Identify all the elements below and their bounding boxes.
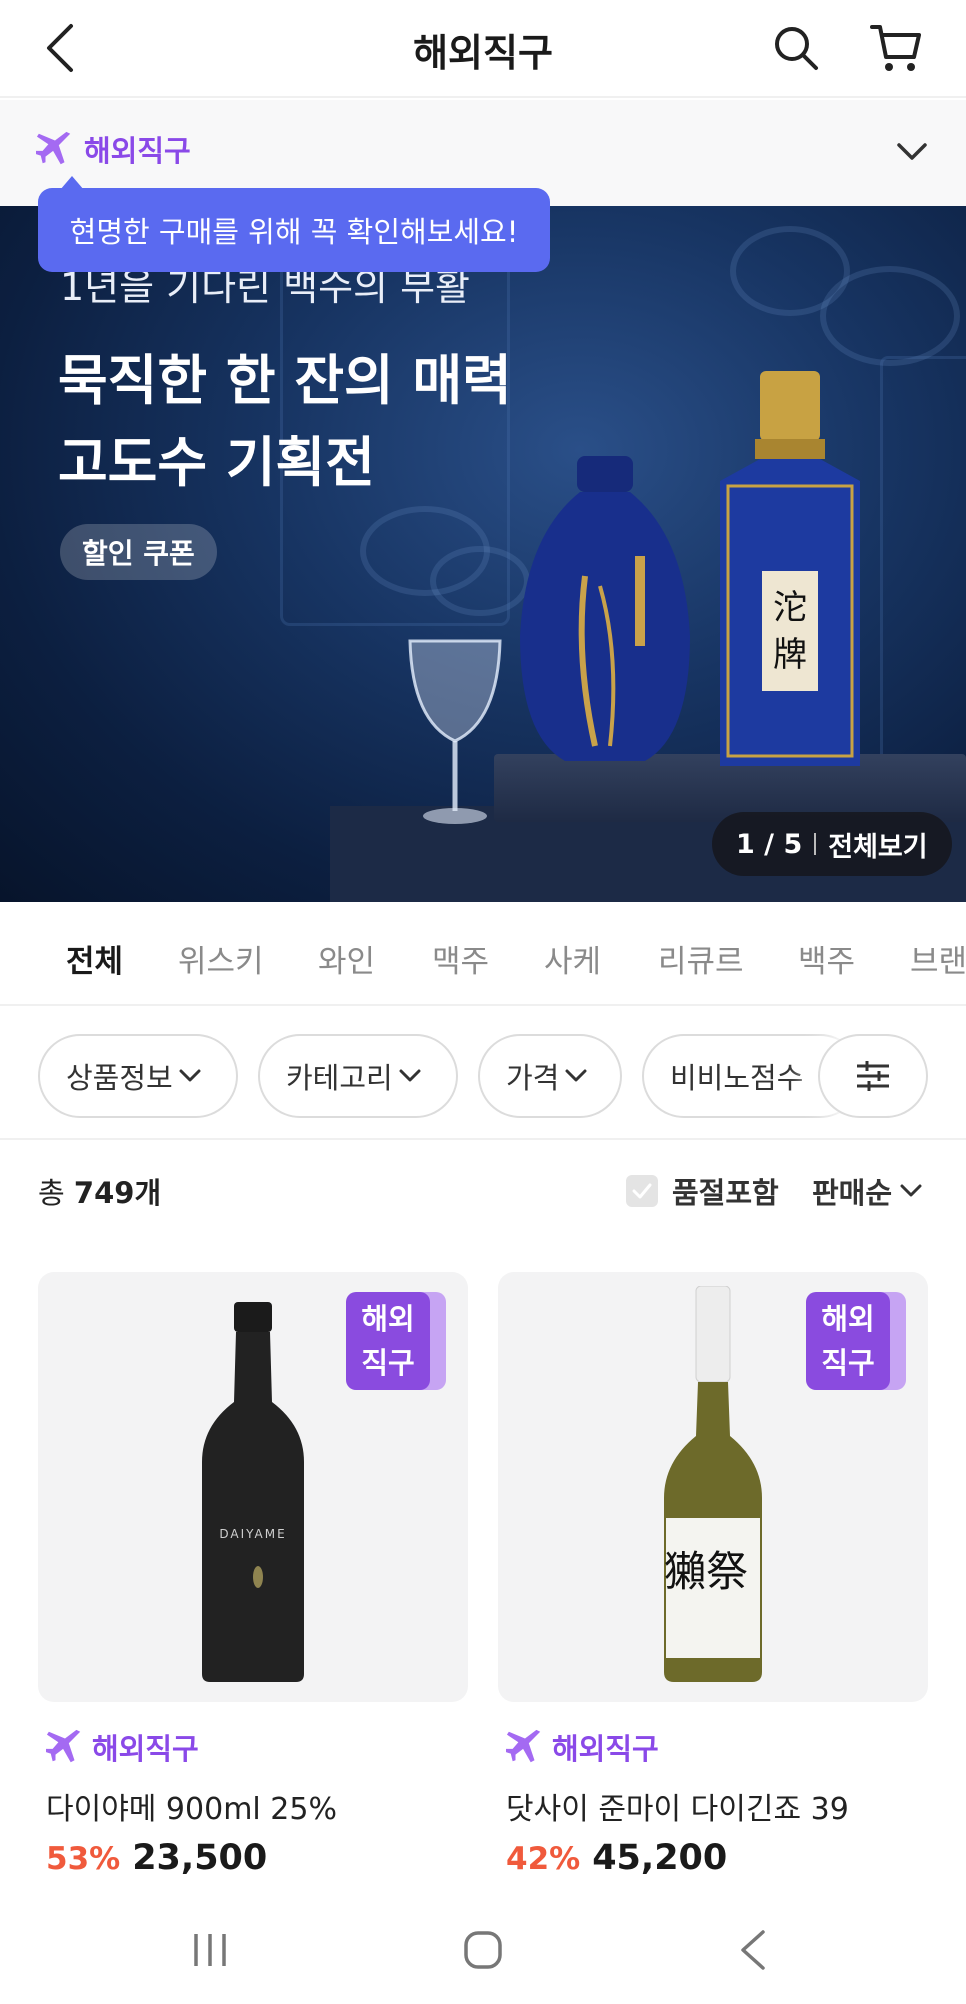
- product-card[interactable]: DAIYAME 해외 직구 해외직구 다이야메 900ml 25% 53% 23…: [38, 1272, 468, 1878]
- back-arrow-icon: [741, 1930, 765, 1970]
- overseas-badge: 해외 직구: [346, 1292, 446, 1390]
- info-tooltip[interactable]: 현명한 구매를 위해 꼭 확인해보세요!: [38, 176, 550, 272]
- total-prefix: 총: [38, 1176, 65, 1210]
- tab-brand[interactable]: 브랜: [910, 936, 966, 981]
- price-value: 23,500: [132, 1838, 268, 1878]
- banner-title-line1: 묵직한 한 잔의 매력: [58, 349, 512, 412]
- airplane-icon: [46, 1729, 81, 1763]
- tab-sake[interactable]: 사케: [544, 936, 601, 981]
- filter-settings-button[interactable]: [818, 1034, 928, 1118]
- list-toolbar: 총 749개 품절포함 판매순: [0, 1160, 966, 1220]
- recent-apps-icon: [194, 1934, 226, 1966]
- product-price: 53% 23,500: [46, 1838, 468, 1878]
- overseas-badge: 해외 직구: [806, 1292, 906, 1390]
- search-icon: [775, 27, 818, 70]
- bottle-image: 獺祭: [664, 1286, 762, 1682]
- filter-product-info[interactable]: 상품정보: [38, 1034, 238, 1118]
- product-image[interactable]: 獺祭 해외 직구: [498, 1272, 928, 1702]
- price-value: 45,200: [592, 1838, 728, 1878]
- svg-text:牌: 牌: [773, 635, 807, 675]
- tooltip-text: 현명한 구매를 위해 꼭 확인해보세요!: [69, 215, 519, 249]
- badge-line1: 해외: [821, 1302, 875, 1336]
- banner-page-counter: 1 / 5: [736, 828, 803, 860]
- filter-label: 비비노점수: [670, 1061, 804, 1095]
- product-card[interactable]: 獺祭 해외 직구 해외직구 닷사이 준마이 다이긴죠 39 42% 45,200: [498, 1272, 928, 1878]
- tab-beer[interactable]: 맥주: [432, 936, 489, 981]
- app-header: 해외직구: [0, 0, 966, 98]
- view-all-label: 전체보기: [828, 831, 928, 863]
- chevron-down-icon: [897, 143, 927, 160]
- recent-apps-button[interactable]: [170, 1918, 250, 1982]
- include-soldout-toggle[interactable]: 품절포함: [626, 1170, 779, 1212]
- vase-bottle-image: [520, 456, 690, 761]
- system-back-button[interactable]: [713, 1918, 793, 1982]
- tab-baijiu[interactable]: 백주: [798, 936, 855, 981]
- chevron-down-icon: [565, 1069, 587, 1082]
- filter-category[interactable]: 카테고리: [258, 1034, 458, 1118]
- sliders-icon: [857, 1061, 889, 1091]
- svg-text:沱: 沱: [773, 588, 807, 628]
- airplane-icon: [36, 131, 71, 165]
- chevron-down-icon: [399, 1069, 421, 1082]
- discount-rate: 42%: [506, 1841, 581, 1877]
- soldout-label: 품절포함: [672, 1176, 779, 1210]
- overseas-tag-label: 해외직구: [552, 1732, 659, 1766]
- bottle-label: 獺祭: [664, 1547, 748, 1596]
- bottle-image: DAIYAME: [202, 1302, 304, 1682]
- bottle-label: DAIYAME: [219, 1527, 286, 1541]
- home-icon: [464, 1931, 502, 1969]
- square-bottle-image: 沱 牌: [720, 371, 860, 766]
- overseas-info-label: 해외직구: [36, 128, 191, 170]
- overseas-tag: 해외직구: [506, 1726, 928, 1768]
- tab-wine[interactable]: 와인: [318, 936, 375, 981]
- tab-all[interactable]: 전체: [66, 936, 123, 981]
- divider: [814, 833, 817, 855]
- chevron-down-icon: [900, 1184, 922, 1197]
- badge-line1: 해외: [361, 1302, 415, 1336]
- overseas-tag-label: 해외직구: [92, 1732, 199, 1766]
- overseas-label: 해외직구: [84, 134, 191, 168]
- promo-banner[interactable]: 沱 牌 1년을 기다린 백수의 부활 묵직한 한 잔의 매력 고도수 기획전 할…: [0, 206, 966, 902]
- product-image[interactable]: DAIYAME 해외 직구: [38, 1272, 468, 1702]
- search-button[interactable]: [766, 18, 826, 78]
- banner-counter-button[interactable]: 1 / 5 전체보기: [712, 812, 952, 876]
- badge-line2: 직구: [361, 1346, 415, 1380]
- total-count: 총 749개: [38, 1170, 161, 1212]
- home-button[interactable]: [443, 1918, 523, 1982]
- discount-rate: 53%: [46, 1841, 121, 1877]
- sort-label: 판매순: [812, 1176, 893, 1210]
- filter-label: 카테고리: [286, 1061, 393, 1095]
- badge-line2: 직구: [821, 1346, 875, 1380]
- total-count-value: 749개: [73, 1176, 162, 1210]
- filter-price[interactable]: 가격: [478, 1034, 622, 1118]
- expand-button[interactable]: [892, 132, 932, 172]
- chevron-down-icon: [179, 1069, 201, 1082]
- cloud-pattern: [820, 266, 960, 366]
- cart-icon: [870, 25, 921, 71]
- category-tabs: 전체 위스키 와인 맥주 사케 리큐르 백주 브랜: [0, 902, 966, 1006]
- coupon-button[interactable]: 할인 쿠폰: [60, 524, 217, 580]
- check-icon: [632, 1183, 652, 1199]
- system-nav-bar: [0, 1896, 966, 2004]
- banner-title-line2: 고도수 기획전: [58, 431, 375, 494]
- overseas-tag: 해외직구: [46, 1726, 468, 1768]
- cart-button[interactable]: [866, 18, 926, 78]
- filter-label: 가격: [506, 1061, 560, 1095]
- product-price: 42% 45,200: [506, 1838, 928, 1878]
- tab-whisky[interactable]: 위스키: [178, 936, 264, 981]
- product-name[interactable]: 다이야메 900ml 25%: [46, 1784, 468, 1828]
- sort-dropdown[interactable]: 판매순: [812, 1170, 922, 1212]
- glass-image: [408, 639, 502, 824]
- back-button[interactable]: [34, 20, 86, 76]
- airplane-icon: [506, 1729, 541, 1763]
- filter-label: 상품정보: [66, 1061, 173, 1095]
- checkbox[interactable]: [626, 1175, 658, 1207]
- wall-panel: [880, 356, 966, 776]
- filter-bar: 상품정보 카테고리 가격 비비노점수: [0, 1006, 966, 1140]
- tab-liqueur[interactable]: 리큐르: [658, 936, 744, 981]
- product-name[interactable]: 닷사이 준마이 다이긴죠 39: [506, 1784, 928, 1828]
- chevron-left-icon: [47, 24, 73, 72]
